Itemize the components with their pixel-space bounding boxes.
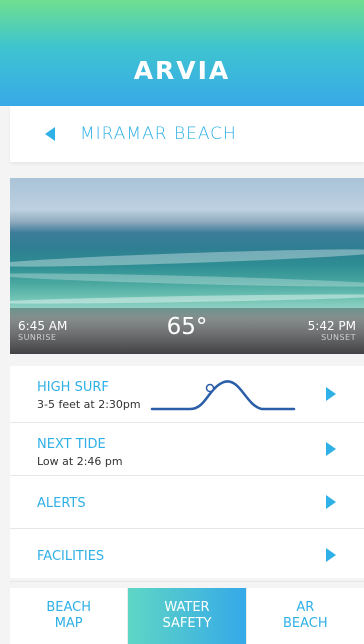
- app-title: ARVIA: [133, 56, 231, 85]
- next-tide-row[interactable]: NEXT TIDE Low at 2:46 pm: [10, 423, 364, 476]
- location-bar: MIRAMAR BEACH: [10, 106, 364, 162]
- row-title: NEXT TIDE: [37, 437, 106, 452]
- wave-decoration: [10, 246, 364, 270]
- high-surf-row[interactable]: HIGH SURF 3-5 feet at 2:30pm: [10, 366, 364, 423]
- surf-current-marker: [205, 383, 215, 393]
- row-subtitle: 3-5 feet at 2:30pm: [37, 398, 141, 411]
- surf-wave-chart: [150, 380, 296, 411]
- sunset-label: SUNSET: [321, 333, 356, 342]
- location-name: MIRAMAR BEACH: [80, 124, 237, 144]
- sunset-info: 5:42 PM SUNSET: [307, 319, 356, 343]
- weather-overlay: 6:45 AM SUNRISE 65° 5:42 PM SUNSET: [10, 308, 364, 354]
- nav-label-line1: WATER: [164, 600, 210, 615]
- nav-water-safety[interactable]: WATER SAFETY: [128, 588, 247, 644]
- nav-label-line2: SAFETY: [162, 616, 212, 631]
- triangle-right-icon: [326, 387, 336, 401]
- safety-info-list: HIGH SURF 3-5 feet at 2:30pm NEXT TIDE L…: [10, 366, 364, 582]
- wave-decoration: [10, 270, 364, 290]
- nav-ar-beach[interactable]: AR BEACH: [247, 588, 364, 644]
- bottom-nav: BEACH MAP WATER SAFETY AR BEACH: [10, 588, 364, 644]
- nav-label-line1: BEACH: [46, 600, 91, 615]
- back-button[interactable]: [38, 122, 62, 146]
- triangle-right-icon: [326, 495, 336, 509]
- triangle-right-icon: [326, 548, 336, 562]
- nav-beach-map[interactable]: BEACH MAP: [10, 588, 129, 644]
- nav-label-line2: BEACH: [282, 616, 328, 631]
- wave-decoration: [10, 292, 364, 306]
- alerts-row[interactable]: ALERTS: [10, 476, 364, 529]
- app-header: ARVIA: [0, 0, 364, 106]
- beach-photo: 6:45 AM SUNRISE 65° 5:42 PM SUNSET: [10, 178, 364, 354]
- triangle-right-icon: [326, 442, 336, 456]
- row-title: ALERTS: [37, 496, 86, 511]
- row-title: HIGH SURF: [37, 380, 109, 395]
- nav-label-line1: AR: [296, 600, 315, 615]
- row-subtitle: Low at 2:46 pm: [37, 455, 123, 468]
- nav-label-line2: MAP: [54, 616, 83, 631]
- sunset-time: 5:42 PM: [307, 319, 356, 333]
- row-title: FACILITIES: [37, 549, 105, 564]
- facilities-row[interactable]: FACILITIES: [10, 529, 364, 582]
- triangle-left-icon: [45, 127, 55, 141]
